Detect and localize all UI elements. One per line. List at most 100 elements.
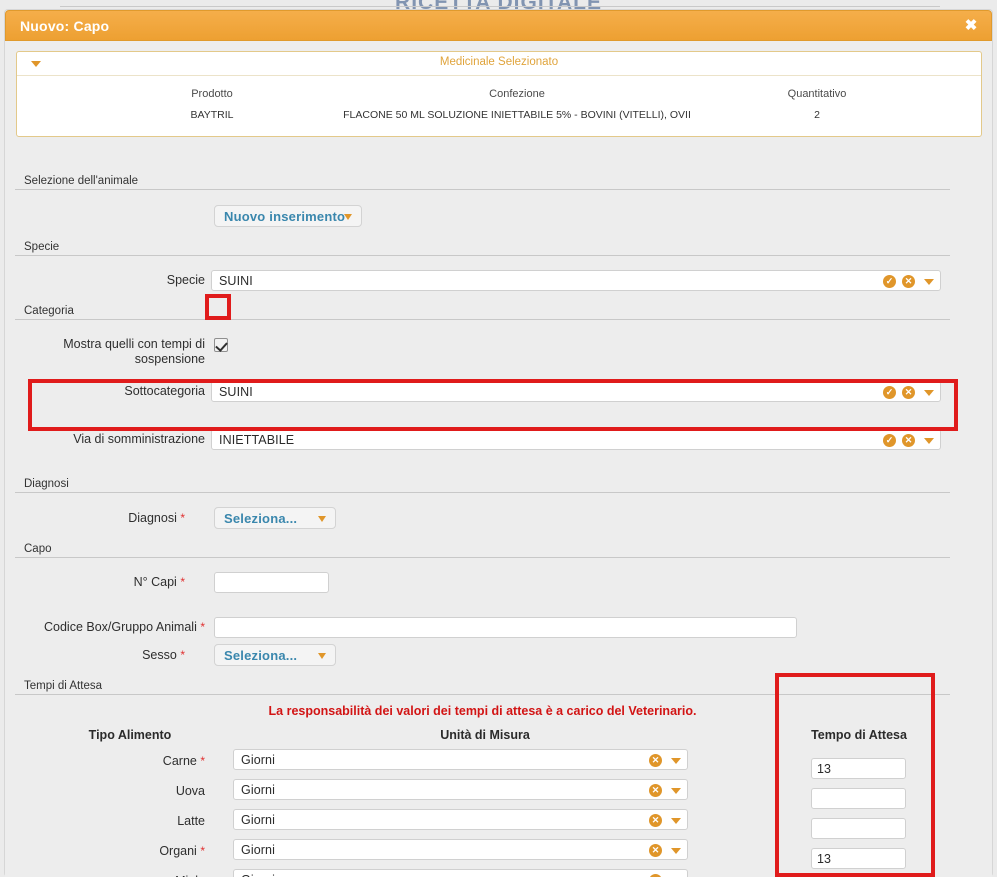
selected-medicine-title: Medicinale Selezionato bbox=[439, 56, 559, 68]
suspension-checkbox[interactable] bbox=[214, 338, 228, 352]
chevron-down-icon[interactable] bbox=[924, 390, 934, 396]
chevron-down-icon[interactable] bbox=[671, 818, 681, 824]
unit-combo-latte[interactable]: Giorni ✕ bbox=[233, 809, 688, 830]
suspension-label-line2: sospensione bbox=[134, 352, 205, 366]
diagnosis-select[interactable]: Seleziona... bbox=[214, 507, 336, 529]
route-combo[interactable]: INIETTABILE ✓ ✕ bbox=[211, 429, 941, 450]
row-label-carne: Carne * bbox=[45, 754, 205, 768]
modal-title: Nuovo: Capo bbox=[20, 18, 110, 34]
unit-value: Giorni bbox=[241, 783, 275, 797]
subcategory-combo[interactable]: SUINI ✓ ✕ bbox=[211, 381, 941, 402]
clear-circle-icon[interactable]: ✕ bbox=[649, 844, 662, 857]
chevron-down-icon bbox=[318, 653, 326, 659]
unit-value: Giorni bbox=[241, 873, 275, 877]
box-code-label: Codice Box/Gruppo Animali * bbox=[5, 620, 205, 635]
diagnosis-label: Diagnosi * bbox=[25, 511, 185, 526]
waiting-time-input-latte[interactable] bbox=[811, 818, 906, 839]
check-circle-icon[interactable]: ✓ bbox=[883, 386, 896, 399]
selected-medicine-panel: Medicinale Selezionato Prodotto BAYTRIL … bbox=[16, 51, 982, 137]
column-value: 2 bbox=[814, 109, 820, 121]
chevron-down-icon[interactable] bbox=[671, 758, 681, 764]
required-marker: * bbox=[180, 575, 185, 589]
section-category: Categoria bbox=[15, 305, 950, 320]
route-value: INIETTABILE bbox=[219, 433, 295, 447]
row-label-uova: Uova bbox=[45, 784, 205, 798]
sex-select-label: Seleziona... bbox=[224, 648, 298, 663]
clear-circle-icon[interactable]: ✕ bbox=[902, 275, 915, 288]
new-entry-dropdown-label: Nuovo inserimento bbox=[224, 209, 346, 224]
unit-combo-miele[interactable]: Giorni ✕ bbox=[233, 869, 688, 877]
row-label-latte: Latte bbox=[45, 814, 205, 828]
section-label: Tempi di Attesa bbox=[15, 680, 950, 695]
waiting-time-input-organi[interactable] bbox=[811, 848, 906, 869]
unit-combo-uova[interactable]: Giorni ✕ bbox=[233, 779, 688, 800]
row-label-text: Organi bbox=[159, 844, 197, 858]
section-diagnosis: Diagnosi bbox=[15, 478, 950, 493]
modal-header: Nuovo: Capo ✖ bbox=[5, 10, 992, 41]
chevron-down-icon[interactable] bbox=[671, 848, 681, 854]
suspension-label-line1: Mostra quelli con tempi di bbox=[63, 337, 205, 351]
sex-label-text: Sesso bbox=[142, 648, 177, 662]
required-marker: * bbox=[200, 754, 205, 768]
section-label: Capo bbox=[15, 543, 950, 558]
medicine-column-confezione: Confezione FLACONE 50 ML SOLUZIONE INIET… bbox=[257, 88, 777, 121]
required-marker: * bbox=[180, 648, 185, 662]
close-icon[interactable]: ✖ bbox=[961, 16, 981, 36]
row-label-text: Uova bbox=[175, 784, 205, 798]
check-circle-icon[interactable]: ✓ bbox=[883, 275, 896, 288]
row-label-organi: Organi * bbox=[45, 844, 205, 858]
box-code-label-text: Codice Box/Gruppo Animali bbox=[43, 620, 197, 634]
row-label-text: Latte bbox=[177, 814, 205, 828]
required-marker: * bbox=[180, 511, 185, 525]
column-header: Confezione bbox=[489, 88, 545, 100]
header-tempo-di-attesa: Tempo di Attesa bbox=[811, 728, 907, 742]
required-marker: * bbox=[200, 620, 205, 634]
section-species: Specie bbox=[15, 241, 950, 256]
header-tipo-alimento: Tipo Alimento bbox=[88, 728, 172, 742]
check-circle-icon[interactable]: ✓ bbox=[883, 434, 896, 447]
diagnosis-select-label: Seleziona... bbox=[224, 511, 298, 526]
subcategory-label: Sottocategoria bbox=[124, 384, 205, 398]
waiting-time-input-carne[interactable] bbox=[811, 758, 906, 779]
selected-medicine-header: Medicinale Selezionato bbox=[17, 52, 981, 76]
row-label-text: Carne bbox=[162, 754, 197, 768]
sex-select[interactable]: Seleziona... bbox=[214, 644, 336, 666]
chevron-down-icon bbox=[318, 516, 326, 522]
screen: RICETTA DIGITALE Nuovo: Capo ✖ Medicinal… bbox=[0, 0, 997, 877]
section-animal-selection: Selezione dell'animale bbox=[15, 175, 950, 190]
column-value: FLACONE 50 ML SOLUZIONE INIETTABILE 5% -… bbox=[343, 109, 691, 121]
waiting-times-warning: La responsabilità dei valori dei tempi d… bbox=[268, 704, 697, 718]
clear-circle-icon[interactable]: ✕ bbox=[649, 754, 662, 767]
route-label: Via di somministrazione bbox=[73, 432, 205, 446]
clear-circle-icon[interactable]: ✕ bbox=[902, 386, 915, 399]
header-unita-di-misura: Unità di Misura bbox=[440, 728, 530, 742]
head-count-label-text: N° Capi bbox=[133, 575, 177, 589]
diagnosis-label-text: Diagnosi bbox=[128, 511, 177, 525]
head-count-input[interactable] bbox=[214, 572, 329, 593]
waiting-time-input-uova[interactable] bbox=[811, 788, 906, 809]
section-waiting-times: Tempi di Attesa bbox=[15, 680, 950, 695]
clear-circle-icon[interactable]: ✕ bbox=[649, 784, 662, 797]
required-marker: * bbox=[200, 844, 205, 858]
section-label: Diagnosi bbox=[15, 478, 950, 493]
species-combo[interactable]: SUINI ✓ ✕ bbox=[211, 270, 941, 291]
chevron-down-icon[interactable] bbox=[671, 788, 681, 794]
selected-medicine-columns: Prodotto BAYTRIL Confezione FLACONE 50 M… bbox=[17, 76, 981, 136]
chevron-down-icon[interactable] bbox=[924, 279, 934, 285]
species-value: SUINI bbox=[219, 274, 253, 288]
clear-circle-icon[interactable]: ✕ bbox=[902, 434, 915, 447]
unit-value: Giorni bbox=[241, 813, 275, 827]
section-label: Specie bbox=[15, 241, 950, 256]
section-label: Selezione dell'animale bbox=[15, 175, 950, 190]
section-label: Categoria bbox=[15, 305, 950, 320]
chevron-down-icon[interactable] bbox=[924, 438, 934, 444]
modal-body: Medicinale Selezionato Prodotto BAYTRIL … bbox=[5, 41, 992, 877]
unit-combo-carne[interactable]: Giorni ✕ bbox=[233, 749, 688, 770]
box-code-input[interactable] bbox=[214, 617, 797, 638]
unit-value: Giorni bbox=[241, 843, 275, 857]
head-count-label: N° Capi * bbox=[25, 575, 185, 590]
clear-circle-icon[interactable]: ✕ bbox=[649, 814, 662, 827]
sex-label: Sesso * bbox=[25, 648, 185, 663]
new-entry-dropdown[interactable]: Nuovo inserimento bbox=[214, 205, 362, 227]
unit-combo-organi[interactable]: Giorni ✕ bbox=[233, 839, 688, 860]
